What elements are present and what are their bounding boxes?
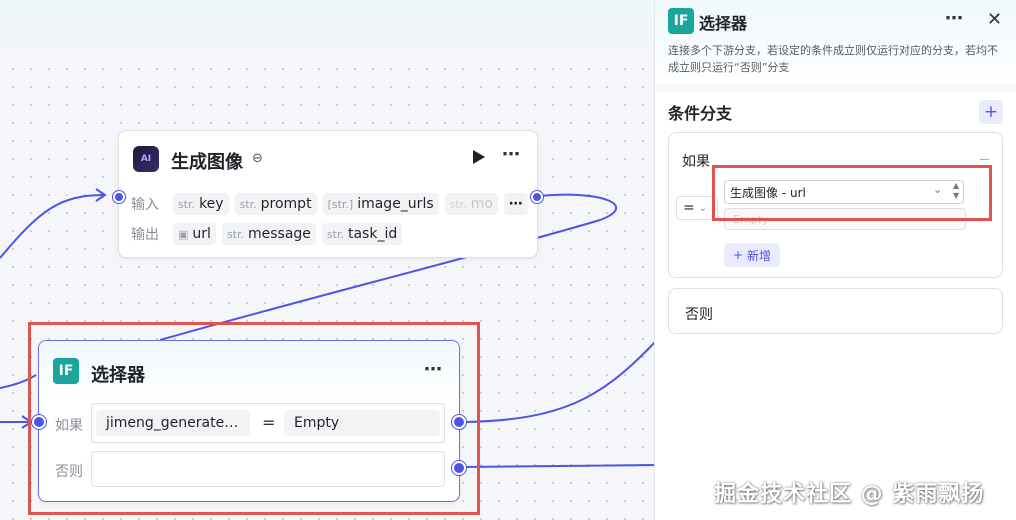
condition-left-chip: jimeng_generate… [96,410,250,436]
input-chip-image-urls: [str.] image_urls [322,193,439,215]
else-output-port[interactable] [452,461,466,475]
panel-highlight [712,165,992,221]
panel-divider [655,84,1016,92]
add-condition-label: 新增 [747,248,772,263]
edge-else-out [464,464,656,468]
output-chip-url: ▣ url [173,223,216,245]
if-condition-box[interactable]: jimeng_generate… = Empty [91,403,445,443]
image-input-port[interactable] [113,191,125,203]
image-gen-title: 生成图像 [171,152,243,173]
app-avatar: AI [133,146,159,172]
selector-input-port[interactable] [32,415,46,429]
output-chip-task-id: str. task_id [321,223,403,245]
panel-description: 连接多个下游分支，若设定的条件成立则仅运行对应的分支，若均不成立则只运行“否则”… [668,44,998,74]
panel-more-icon[interactable]: ⋯ [945,8,964,29]
plugin-icon: ⊖ [252,151,263,166]
image-output-port[interactable] [531,191,543,203]
if-icon: IF [53,358,79,384]
add-branch-button[interactable]: + [979,100,1003,124]
condition-operator: = [262,413,276,432]
edge-into-image [0,194,105,259]
if-output-port[interactable] [452,415,466,429]
selector-title: 选择器 [91,365,145,386]
collapse-icon[interactable] [980,159,989,160]
selector-node[interactable]: IF 选择器 ⋯ 如果 jimeng_generate… = Empty 否则 [32,340,466,502]
watermark: 掘金技术社区 @ 紫雨飘扬 [714,482,985,507]
more-icon[interactable]: ⋯ [502,144,521,165]
edge-if-out [464,341,656,423]
input-chip-truncated: str. mo [444,193,498,215]
else-box[interactable] [91,451,445,487]
input-label: 输入 [131,197,159,213]
close-icon[interactable]: ✕ [987,9,1002,30]
image-gen-node[interactable]: AI 生成图像 ⊖ ⋯ 输入 str. key str. prompt [str.]… [113,130,543,258]
add-condition-button[interactable]: + 新增 [724,243,780,267]
more-inputs-icon[interactable]: ⋯ [503,193,528,215]
input-row: 输入 str. key str. prompt [str.] image_urls s… [131,193,528,215]
image-type-icon: ▣ [178,227,189,241]
panel-else-label: 否则 [685,307,713,323]
output-label: 输出 [131,227,159,243]
else-label: 否则 [55,464,83,480]
panel-title: 选择器 [699,14,748,33]
section-title: 条件分支 [668,104,733,123]
output-row: 输出 ▣ url str. message str. task_id [131,223,403,245]
chevron-down-icon: ⌄ [698,202,708,214]
input-chip-prompt: str. prompt [234,193,317,215]
panel-if-icon: IF [668,8,694,34]
output-chip-message: str. message [221,223,316,245]
panel-if-label: 如果 [682,154,710,170]
condition-right-chip: Empty [284,410,440,436]
operator-value: = [683,200,695,216]
run-icon[interactable] [473,150,485,164]
else-branch-card: 否则 [668,288,1003,334]
more-icon[interactable]: ⋯ [424,359,443,380]
plus-icon: + [732,248,744,262]
if-label: 如果 [55,418,83,434]
image-gen-header: AI 生成图像 ⊖ ⋯ [119,131,537,185]
input-chip-key: str. key [173,193,229,215]
selector-config-panel: IF 选择器 ⋯ ✕ 连接多个下游分支，若设定的条件成立则仅运行对应的分支，若均… [654,0,1016,520]
